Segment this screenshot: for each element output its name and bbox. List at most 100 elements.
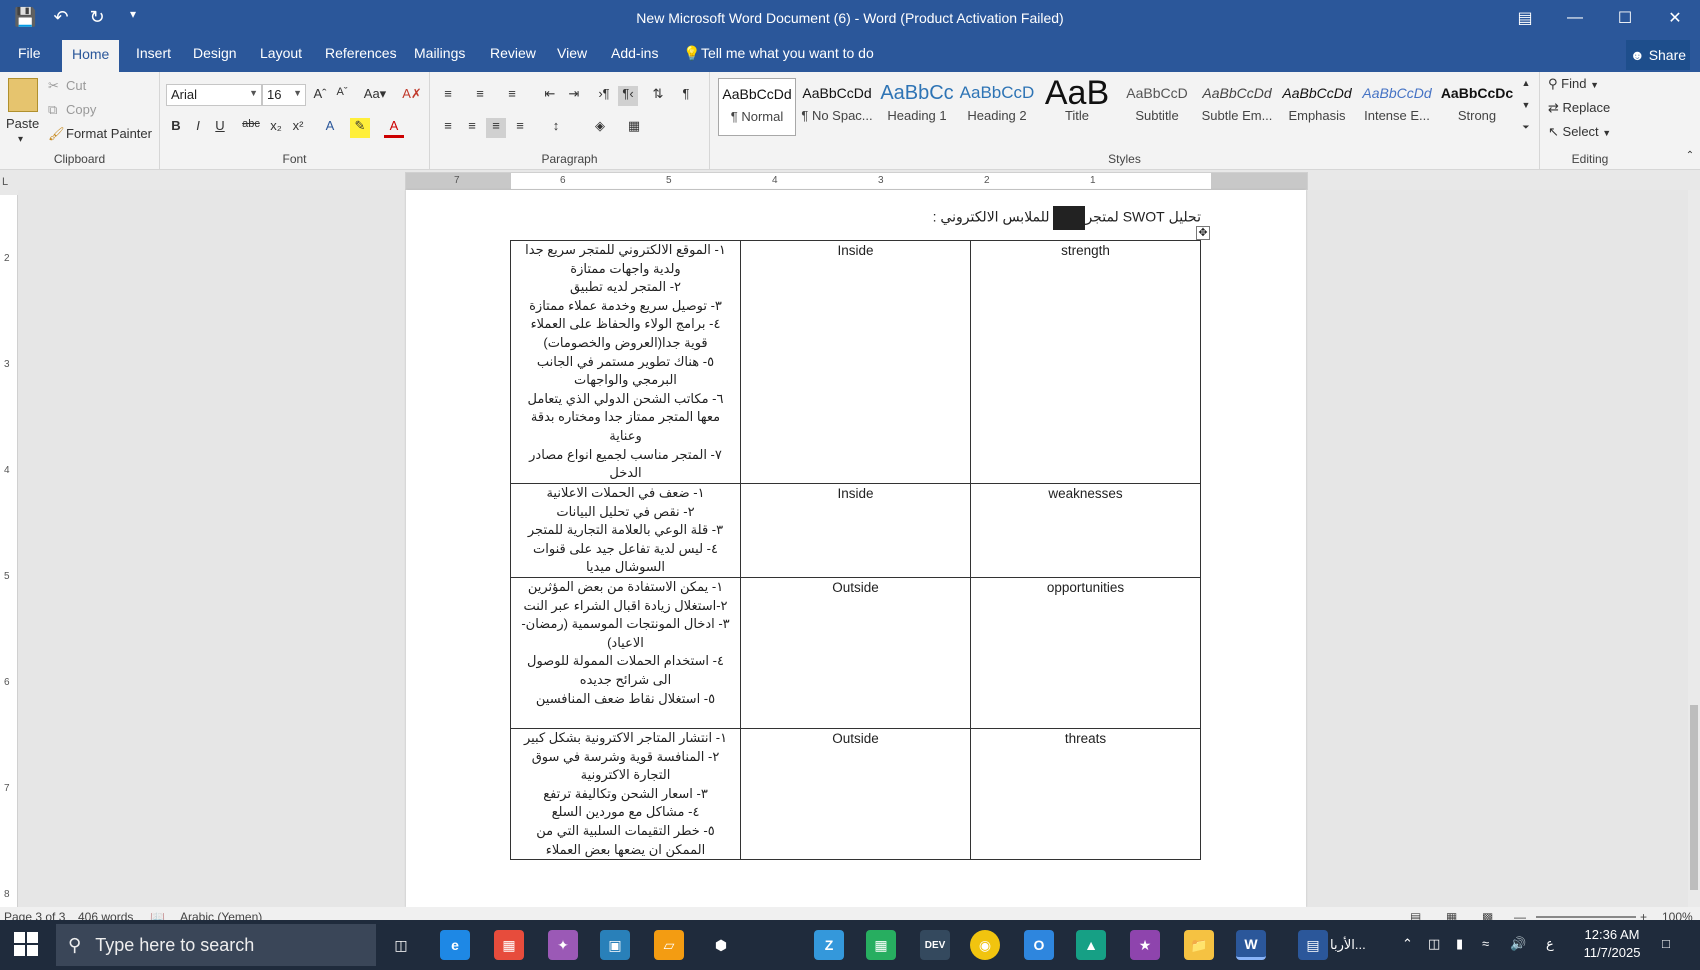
- swot-details-cell[interactable]: ١- انتشار المتاجر الاكترونية بشكل كبير ٢-…: [510, 727, 741, 861]
- tab-review[interactable]: Review: [490, 45, 536, 61]
- ltr-icon[interactable]: ›¶: [594, 86, 614, 106]
- outlook-icon[interactable]: O: [1024, 930, 1054, 960]
- tab-file[interactable]: File: [18, 45, 41, 61]
- clock[interactable]: 12:36 AM 11/7/2025: [1572, 926, 1652, 962]
- text-effects-icon[interactable]: A: [320, 118, 340, 138]
- style-emphasis[interactable]: AaBbCcDd Emphasis: [1278, 78, 1356, 136]
- swot-details-cell[interactable]: ١- يمكن الاستفادة من بعض المؤثرين ٢-استغل…: [510, 577, 741, 729]
- style-title[interactable]: AaB Title: [1038, 78, 1116, 136]
- tell-me-search[interactable]: Tell me what you want to do: [701, 45, 874, 61]
- package-icon[interactable]: ⬢: [706, 930, 736, 960]
- input-language[interactable]: ع: [1546, 935, 1554, 953]
- gallery-up-icon[interactable]: ▲: [1516, 78, 1536, 98]
- notification-icon[interactable]: □: [1662, 935, 1670, 953]
- superscript-icon[interactable]: x²: [288, 118, 308, 138]
- document-page[interactable]: تحليل SWOT لمتجر للملابس الالكتروني : ✥ …: [406, 190, 1306, 907]
- vertical-scrollbar[interactable]: [1688, 190, 1700, 907]
- strikethrough-icon[interactable]: abc: [238, 118, 264, 138]
- tab-layout[interactable]: Layout: [260, 45, 302, 61]
- collapse-ribbon-icon[interactable]: ⌃: [1680, 150, 1700, 170]
- sheet-app-icon[interactable]: ▦: [866, 930, 896, 960]
- swot-scope-cell[interactable]: Outside: [740, 577, 971, 729]
- file-explorer-icon[interactable]: 📁: [1184, 930, 1214, 960]
- bold-icon[interactable]: B: [166, 118, 186, 138]
- zoom-app-icon[interactable]: Z: [814, 930, 844, 960]
- copilot-icon[interactable]: ✦: [548, 930, 578, 960]
- minimize-icon[interactable]: —: [1550, 0, 1600, 36]
- volume-icon[interactable]: 🔊: [1510, 935, 1526, 953]
- horizontal-ruler[interactable]: 7 6 5 4 3 2 1: [405, 172, 1308, 190]
- change-case-icon[interactable]: Aa▾: [360, 86, 390, 106]
- close-icon[interactable]: ✕: [1650, 0, 1700, 36]
- subscript-icon[interactable]: x₂: [266, 118, 286, 138]
- tab-selector[interactable]: L: [2, 176, 8, 188]
- grow-font-icon[interactable]: Aˆ: [310, 86, 330, 106]
- style-no-spac[interactable]: AaBbCcDd ¶ No Spac...: [798, 78, 876, 136]
- windows-start-icon[interactable]: [14, 932, 38, 956]
- maximize-icon[interactable]: ☐: [1600, 0, 1650, 36]
- copy-icon[interactable]: ⧉: [48, 102, 57, 118]
- style-subtitle[interactable]: AaBbCcD Subtitle: [1118, 78, 1196, 136]
- shading-icon[interactable]: ◈: [590, 118, 610, 138]
- table-move-handle-icon[interactable]: ✥: [1196, 226, 1210, 240]
- style-heading-1[interactable]: AaBbCc Heading 1: [878, 78, 956, 136]
- swot-scope-cell[interactable]: Inside: [740, 483, 971, 578]
- align-right-icon[interactable]: ≡: [486, 118, 506, 138]
- increase-indent-icon[interactable]: ⇥: [564, 86, 584, 106]
- microsoft-store-icon[interactable]: ▣: [600, 930, 630, 960]
- swot-scope-cell[interactable]: Inside: [740, 240, 971, 484]
- gallery-more-icon[interactable]: ⏷: [1516, 122, 1536, 142]
- highlight-icon[interactable]: ✎: [350, 118, 370, 138]
- swot-details-cell[interactable]: ١- الموقع الالكتروني للمتجر سريع جدا ولد…: [510, 240, 741, 484]
- zoom-slider[interactable]: [1536, 916, 1636, 918]
- line-spacing-icon[interactable]: ↕: [546, 118, 566, 138]
- tab-view[interactable]: View: [557, 45, 587, 61]
- chrome-icon[interactable]: ◉: [970, 930, 1000, 960]
- borders-icon[interactable]: ▦: [624, 118, 644, 138]
- font-size-combo[interactable]: 16 ▼: [262, 84, 306, 106]
- font-name-combo[interactable]: Arial ▼: [166, 84, 262, 106]
- wifi-icon[interactable]: ≈: [1482, 935, 1489, 953]
- swot-factor-cell[interactable]: weaknesses: [970, 483, 1201, 578]
- select-button[interactable]: ↖ Select ▼: [1548, 124, 1611, 140]
- show-marks-icon[interactable]: ¶: [676, 86, 696, 106]
- rtl-icon[interactable]: ¶‹: [618, 86, 638, 106]
- paste-button[interactable]: Paste: [6, 116, 39, 131]
- style-normal[interactable]: AaBbCcDd ¶ Normal: [718, 78, 796, 136]
- task-view-icon[interactable]: ◫: [386, 930, 416, 960]
- maps-icon[interactable]: ▲: [1076, 930, 1106, 960]
- swot-table[interactable]: ١- الموقع الالكتروني للمتجر سريع جدا ولد…: [510, 240, 1201, 861]
- paste-icon[interactable]: [8, 78, 38, 112]
- swot-details-cell[interactable]: ١- ضعف في الحملات الاعلانية ٢- نقص في تحل…: [510, 483, 741, 578]
- clear-formatting-icon[interactable]: A✗: [402, 86, 422, 106]
- tray-device-icon[interactable]: ◫: [1428, 935, 1440, 953]
- format-painter-icon[interactable]: 🖌: [48, 126, 65, 142]
- align-center-icon[interactable]: ≡: [462, 118, 482, 138]
- swot-factor-cell[interactable]: strength: [970, 240, 1201, 484]
- ribbon-display-icon[interactable]: ▤: [1500, 0, 1550, 36]
- sort-icon[interactable]: ⇅: [648, 86, 668, 106]
- align-left-icon[interactable]: ≡: [438, 118, 458, 138]
- devhome-icon[interactable]: DEV: [920, 930, 950, 960]
- cut-button[interactable]: Cut: [66, 78, 86, 93]
- word-taskbar-icon[interactable]: W: [1236, 930, 1266, 960]
- justify-icon[interactable]: ≡: [510, 118, 530, 138]
- app-icon[interactable]: ▱: [654, 930, 684, 960]
- copy-button[interactable]: Copy: [66, 102, 96, 117]
- tray-chevron-icon[interactable]: ⌃: [1402, 935, 1413, 953]
- taskbar-search[interactable]: ⚲ Type here to search: [56, 924, 376, 966]
- swot-scope-cell[interactable]: Outside: [740, 727, 971, 861]
- style-subtle-em[interactable]: AaBbCcDd Subtle Em...: [1198, 78, 1276, 136]
- share-button[interactable]: ☻ Share: [1626, 40, 1690, 70]
- numbering-icon[interactable]: ≡: [470, 86, 490, 106]
- swot-factor-cell[interactable]: threats: [970, 727, 1201, 861]
- store-apps-icon[interactable]: ▦: [494, 930, 524, 960]
- style-strong[interactable]: AaBbCcDc Strong: [1438, 78, 1516, 136]
- style-intense-e[interactable]: AaBbCcDd Intense E...: [1358, 78, 1436, 136]
- decrease-indent-icon[interactable]: ⇤: [540, 86, 560, 106]
- swot-factor-cell[interactable]: opportunities: [970, 577, 1201, 729]
- italic-icon[interactable]: I: [188, 118, 208, 138]
- tab-home[interactable]: Home: [62, 40, 120, 72]
- bullets-icon[interactable]: ≡: [438, 86, 458, 106]
- style-heading-2[interactable]: AaBbCcD Heading 2: [958, 78, 1036, 136]
